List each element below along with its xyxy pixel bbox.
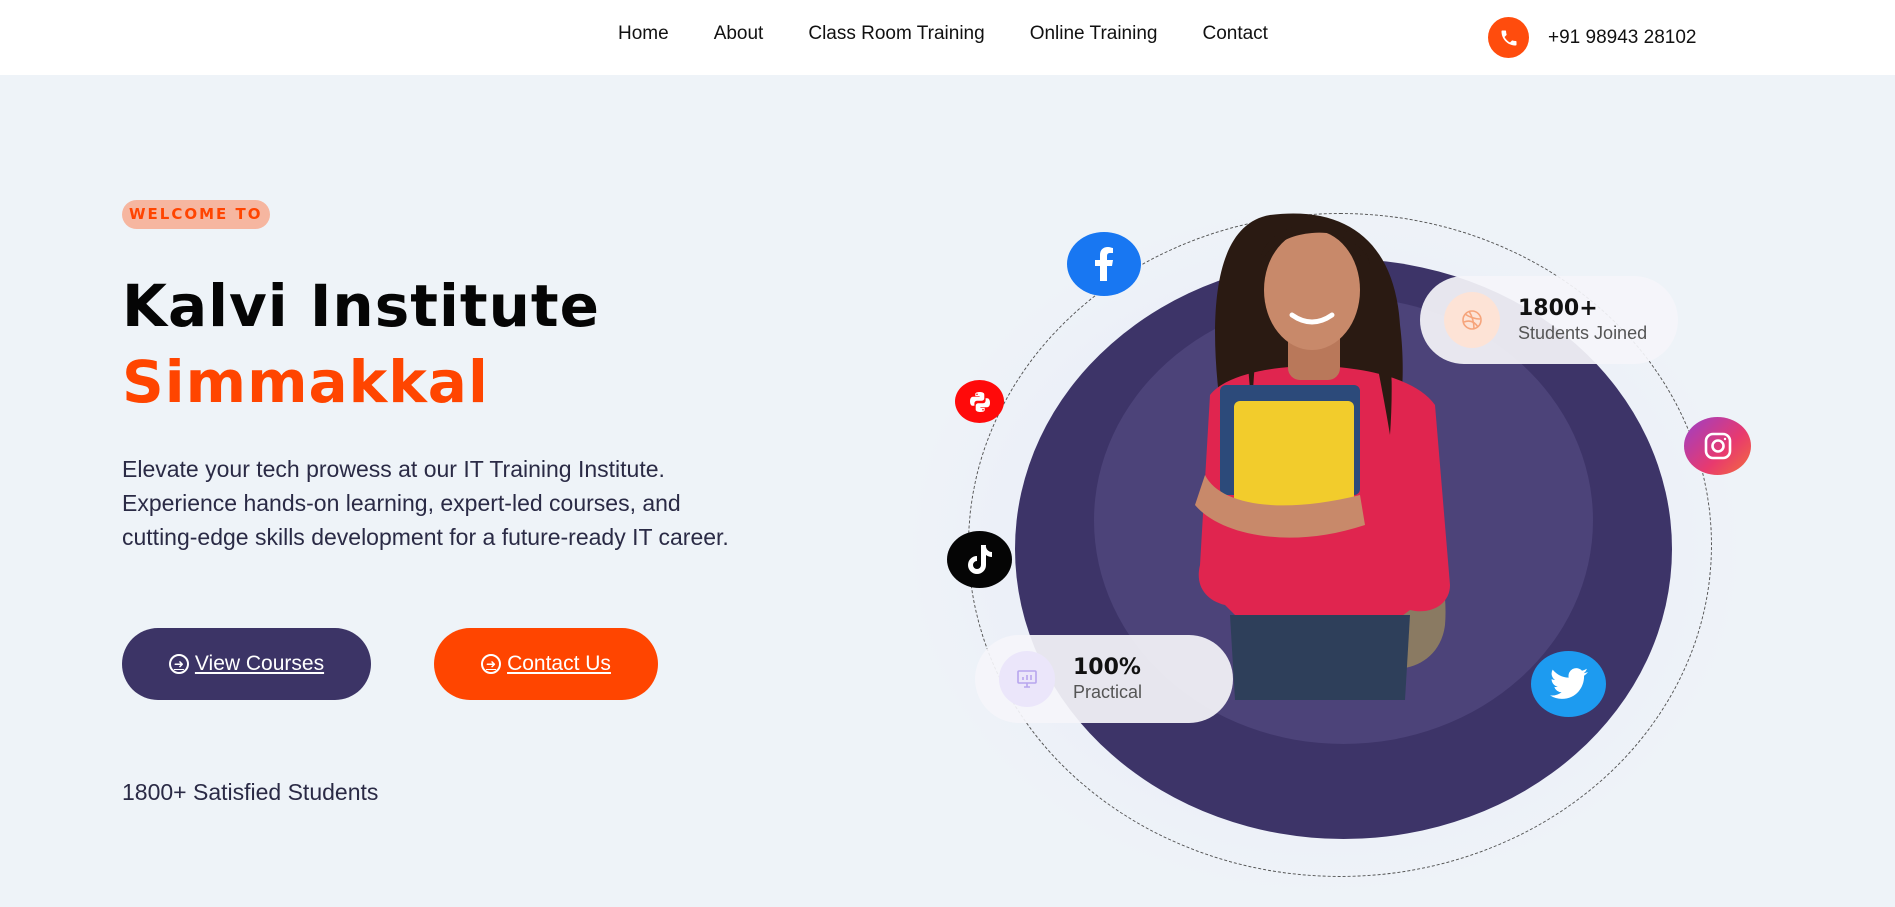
students-joined-number: 1800+	[1518, 296, 1598, 321]
main-nav: Home About Class Room Training Online Tr…	[618, 22, 1313, 46]
facebook-icon[interactable]	[1067, 232, 1141, 296]
hero-title: Kalvi Institute	[122, 272, 600, 340]
arrow-circle-icon: ➜	[168, 654, 189, 674]
site-header: Home About Class Room Training Online Tr…	[0, 0, 1895, 75]
phone-number[interactable]: +91 98943 28102	[1548, 27, 1696, 49]
python-icon[interactable]	[955, 380, 1004, 423]
view-courses-label: View Courses	[194, 652, 325, 675]
phone-contact[interactable]: +91 98943 28102	[1488, 17, 1696, 58]
nav-home[interactable]: Home	[618, 22, 669, 46]
presentation-chart-icon	[999, 651, 1055, 707]
students-joined-card: 1800+ Students Joined	[1420, 276, 1678, 364]
satisfied-students: 1800+ Satisfied Students	[122, 779, 379, 805]
phone-icon	[1488, 17, 1529, 58]
instagram-icon[interactable]	[1684, 417, 1751, 475]
student-image	[1195, 213, 1450, 700]
contact-us-button[interactable]: ➜ Contact Us	[434, 628, 658, 700]
students-joined-label: Students Joined	[1518, 323, 1648, 343]
nav-online-training[interactable]: Online Training	[1030, 22, 1158, 46]
hero-title-highlight: Simmakkal	[122, 348, 489, 416]
practical-label: Practical	[1073, 682, 1143, 702]
nav-about[interactable]: About	[714, 22, 764, 46]
view-courses-button[interactable]: ➜ View Courses	[122, 628, 371, 700]
nav-classroom-training[interactable]: Class Room Training	[808, 22, 984, 46]
practical-card: 100% Practical	[975, 635, 1233, 723]
practical-number: 100%	[1073, 655, 1141, 680]
hero-description: Elevate your tech prowess at our IT Trai…	[122, 456, 729, 550]
twitter-icon[interactable]	[1531, 651, 1606, 717]
arrow-circle-icon: ➜	[481, 654, 502, 674]
nav-contact[interactable]: Contact	[1202, 22, 1267, 46]
welcome-badge: WELCOME TO	[122, 200, 270, 229]
contact-us-label: Contact Us	[507, 652, 611, 675]
dribbble-icon	[1444, 292, 1500, 348]
tiktok-icon[interactable]	[947, 531, 1012, 588]
